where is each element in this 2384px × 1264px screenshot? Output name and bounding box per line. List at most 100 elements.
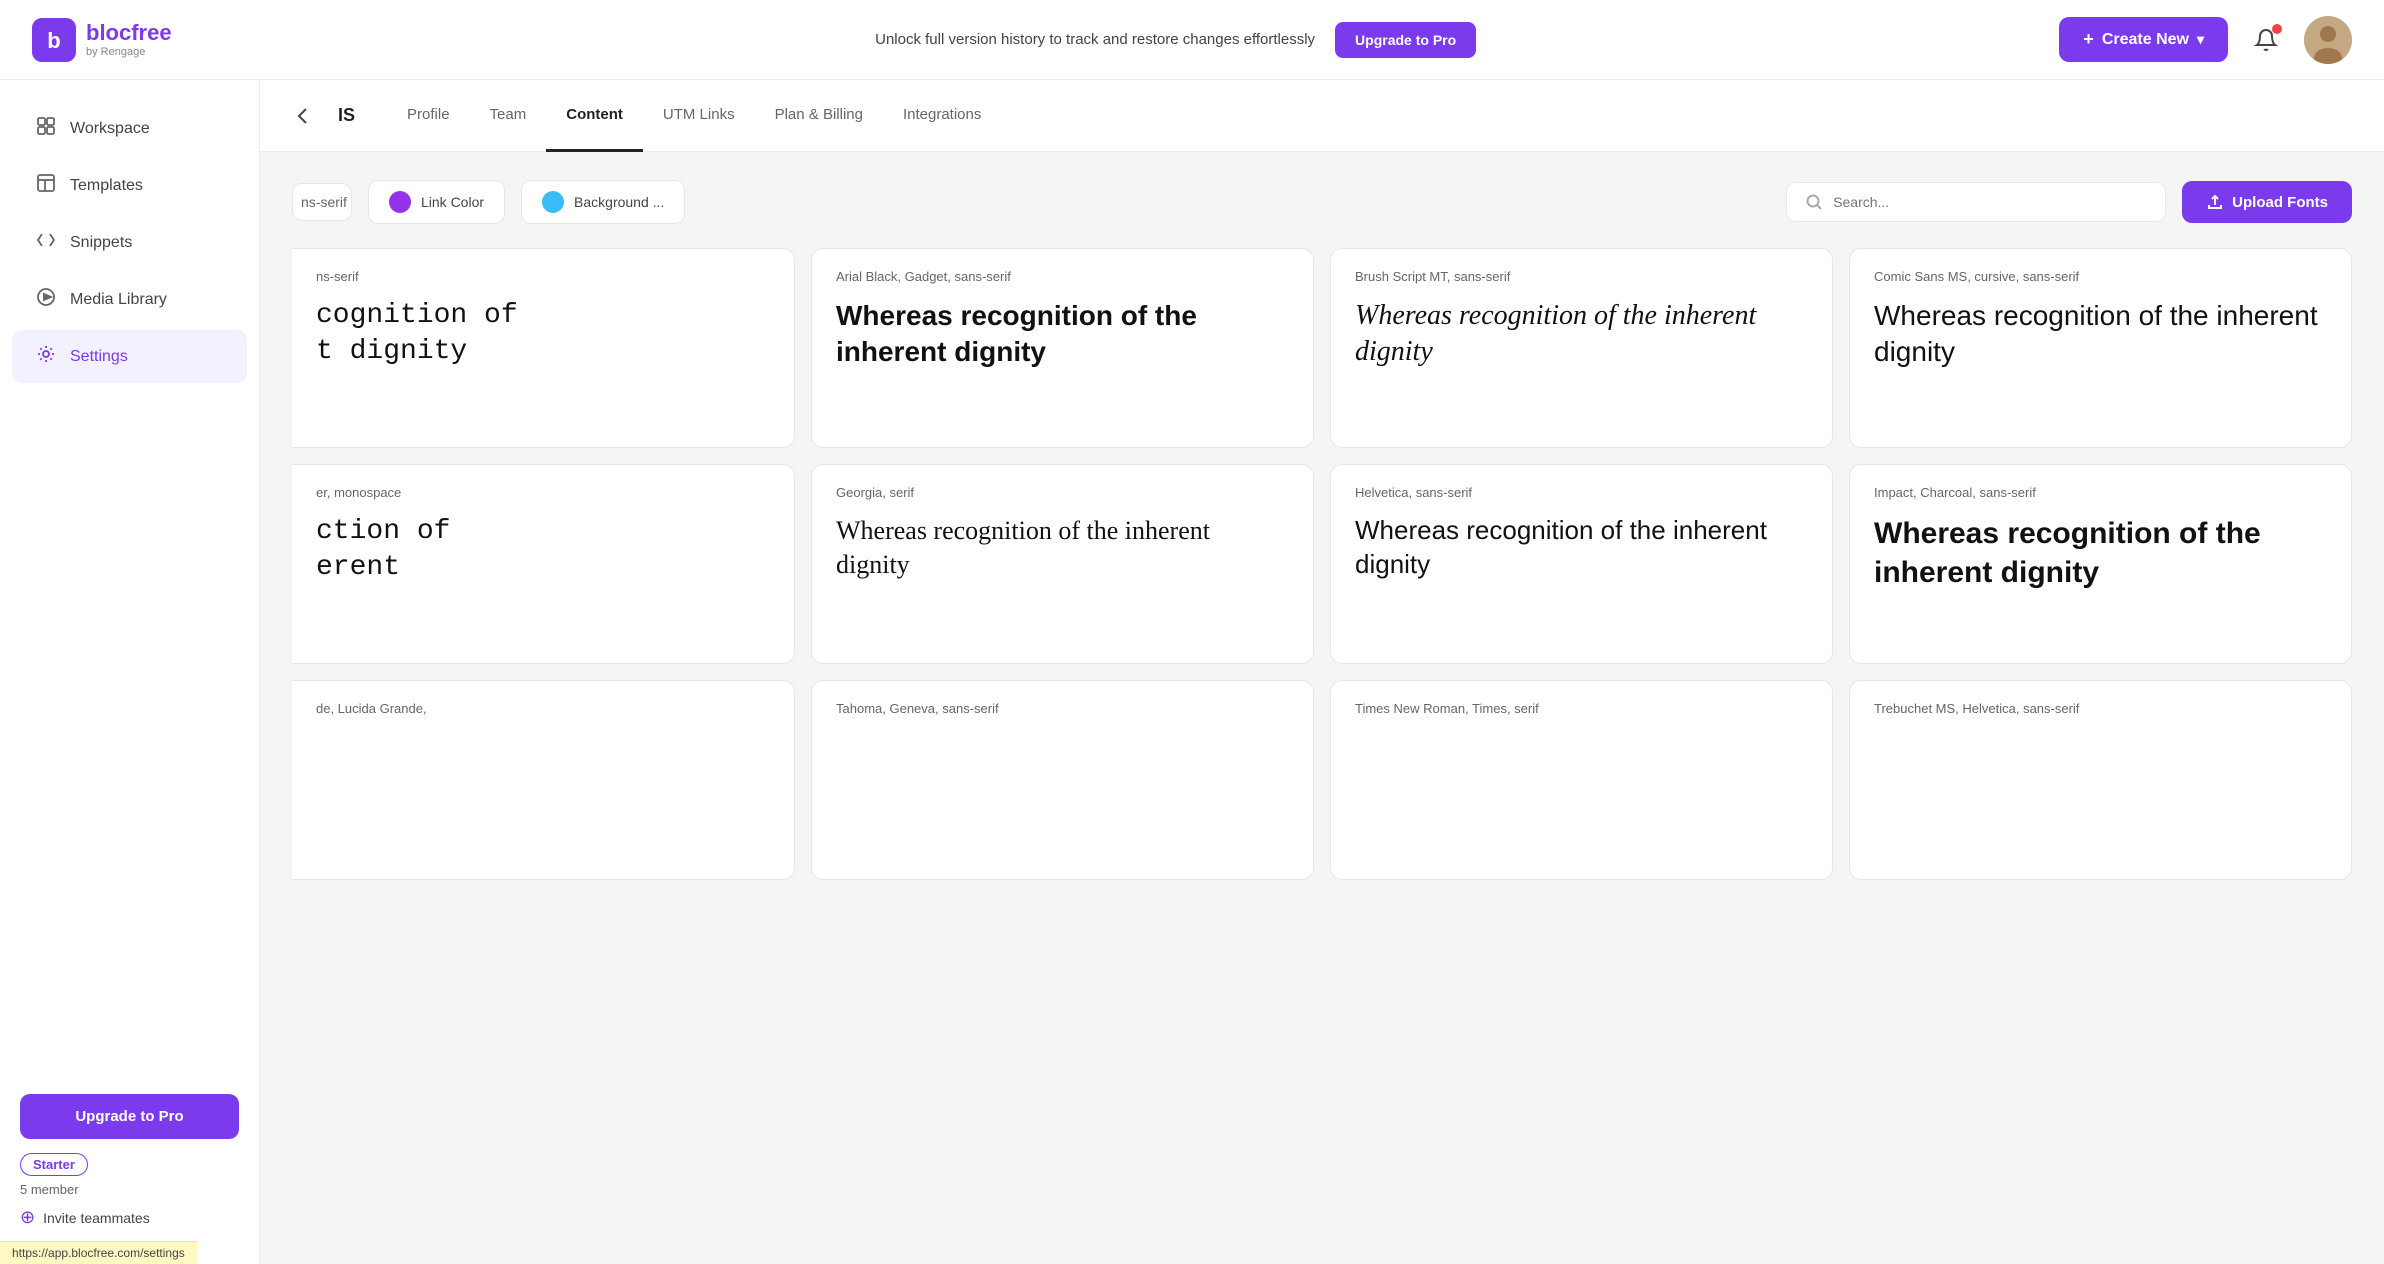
header-right: + Create New ▾ <box>2059 16 2352 64</box>
logo-main: blocfree <box>86 21 172 45</box>
fonts-toolbar: ns-serif Link Color Background ... <box>292 180 2352 224</box>
font-preview: cognition oft dignity <box>316 298 770 371</box>
invite-teammates-button[interactable]: ⊕ Invite teammates <box>20 1207 150 1228</box>
font-preview: ction oferent <box>316 514 770 587</box>
invite-label: Invite teammates <box>43 1210 150 1226</box>
templates-icon <box>36 173 56 198</box>
partial-font-filter[interactable]: ns-serif <box>292 183 352 221</box>
font-preview: Whereas recognition of the inherent dign… <box>1355 298 1808 371</box>
media-library-icon <box>36 287 56 312</box>
notification-badge <box>2272 24 2282 34</box>
font-card-impact: Impact, Charcoal, sans-serif Whereas rec… <box>1849 464 2352 664</box>
background-color-dot <box>542 191 564 213</box>
font-card-trebuchet: Trebuchet MS, Helvetica, sans-serif <box>1849 680 2352 880</box>
link-color-dot <box>389 191 411 213</box>
sidebar-workspace-label: Workspace <box>70 120 150 138</box>
search-icon <box>1805 193 1823 211</box>
create-new-label: Create New <box>2102 31 2189 49</box>
sidebar-item-templates[interactable]: Templates <box>12 159 247 212</box>
font-card-brush-script: Brush Script MT, sans-serif Whereas reco… <box>1330 248 1833 448</box>
font-card-times: Times New Roman, Times, serif <box>1330 680 1833 880</box>
upload-fonts-label: Upload Fonts <box>2232 194 2328 211</box>
settings-icon <box>36 344 56 369</box>
font-card-helvetica: Helvetica, sans-serif Whereas recognitio… <box>1330 464 1833 664</box>
background-color-label: Background ... <box>574 194 664 210</box>
chevron-left-icon <box>292 105 314 127</box>
upgrade-pro-header-button[interactable]: Upgrade to Pro <box>1335 22 1476 58</box>
font-card-partial1: ns-serif cognition oft dignity <box>292 248 795 448</box>
font-family-label: er, monospace <box>316 485 770 500</box>
font-preview: Whereas recognition of the inherent dign… <box>836 514 1289 582</box>
sidebar-item-workspace[interactable]: Workspace <box>12 102 247 155</box>
font-card-georgia: Georgia, serif Whereas recognition of th… <box>811 464 1314 664</box>
upload-icon <box>2206 193 2224 211</box>
sidebar-item-media-library[interactable]: Media Library <box>12 273 247 326</box>
header-center: Unlock full version history to track and… <box>292 22 2059 58</box>
logo-text: blocfree by Rengage <box>86 21 172 57</box>
sidebar-item-snippets[interactable]: Snippets <box>12 216 247 269</box>
font-preview: Whereas recognition of the inherent dign… <box>836 298 1289 371</box>
notification-button[interactable] <box>2244 18 2288 62</box>
svg-text:b: b <box>47 28 60 53</box>
avatar-image <box>2304 16 2352 64</box>
tab-team[interactable]: Team <box>470 80 547 152</box>
avatar <box>2304 16 2352 64</box>
plus-circle-icon: ⊕ <box>20 1207 35 1228</box>
font-card-arial-black: Arial Black, Gadget, sans-serif Whereas … <box>811 248 1314 448</box>
search-input[interactable] <box>1833 194 2147 210</box>
font-family-label: Impact, Charcoal, sans-serif <box>1874 485 2327 500</box>
logo-sub: by Rengage <box>86 46 172 58</box>
sidebar-bottom: Upgrade to Pro Starter 5 member ⊕ Invite… <box>0 1078 259 1244</box>
tab-integrations[interactable]: Integrations <box>883 80 1001 152</box>
background-color-chip[interactable]: Background ... <box>521 180 685 224</box>
font-family-label: Tahoma, Geneva, sans-serif <box>836 701 1289 716</box>
sidebar-templates-label: Templates <box>70 177 143 195</box>
fonts-grid: ns-serif cognition oft dignity Arial Bla… <box>292 248 2352 880</box>
settings-page-title: IS <box>338 105 355 126</box>
settings-tabs: IS Profile Team Content UTM Links Plan &… <box>260 80 2384 152</box>
back-button[interactable] <box>292 105 314 127</box>
workspace-icon <box>36 116 56 141</box>
tab-plan-billing[interactable]: Plan & Billing <box>755 80 883 152</box>
sidebar-media-library-label: Media Library <box>70 291 167 309</box>
tab-profile[interactable]: Profile <box>387 80 470 152</box>
font-family-label: de, Lucida Grande, <box>316 701 770 716</box>
font-card-tahoma: Tahoma, Geneva, sans-serif <box>811 680 1314 880</box>
font-card-partial3: de, Lucida Grande, <box>292 680 795 880</box>
link-color-label: Link Color <box>421 194 484 210</box>
font-family-label: Brush Script MT, sans-serif <box>1355 269 1808 284</box>
member-count: 5 member <box>20 1182 239 1197</box>
font-family-label: ns-serif <box>316 269 770 284</box>
font-card-partial2: er, monospace ction oferent <box>292 464 795 664</box>
link-color-chip[interactable]: Link Color <box>368 180 505 224</box>
main-content: IS Profile Team Content UTM Links Plan &… <box>260 80 2384 1264</box>
font-family-label: Trebuchet MS, Helvetica, sans-serif <box>1874 701 2327 716</box>
logo-area: b blocfree by Rengage <box>32 18 292 62</box>
plus-icon: + <box>2083 29 2094 50</box>
font-family-label: Helvetica, sans-serif <box>1355 485 1808 500</box>
font-preview: Whereas recognition of the inherent dign… <box>1355 514 1808 582</box>
font-family-label: Georgia, serif <box>836 485 1289 500</box>
tooltip-url-text: https://app.blocfree.com/settings <box>12 1246 185 1260</box>
snippets-icon <box>36 230 56 255</box>
search-box <box>1786 182 2166 222</box>
content-area: ns-serif Link Color Background ... <box>260 152 2384 908</box>
tooltip-url-bar: https://app.blocfree.com/settings <box>0 1241 197 1264</box>
sidebar: Workspace Templates Snippets Media <box>0 80 260 1264</box>
font-preview: Whereas recognition of the inherent dign… <box>1874 514 2327 592</box>
tab-content[interactable]: Content <box>546 80 643 152</box>
create-new-button[interactable]: + Create New ▾ <box>2059 17 2228 62</box>
header: b blocfree by Rengage Unlock full versio… <box>0 0 2384 80</box>
starter-badge: Starter <box>20 1153 88 1176</box>
upgrade-pro-sidebar-button[interactable]: Upgrade to Pro <box>20 1094 239 1139</box>
sidebar-snippets-label: Snippets <box>70 234 132 252</box>
upload-fonts-button[interactable]: Upload Fonts <box>2182 181 2352 223</box>
sidebar-item-settings[interactable]: Settings <box>12 330 247 383</box>
font-card-comic-sans: Comic Sans MS, cursive, sans-serif Where… <box>1849 248 2352 448</box>
header-promo-text: Unlock full version history to track and… <box>875 31 1315 48</box>
tab-utm-links[interactable]: UTM Links <box>643 80 755 152</box>
font-family-label: Arial Black, Gadget, sans-serif <box>836 269 1289 284</box>
logo-icon: b <box>32 18 76 62</box>
chevron-down-icon: ▾ <box>2197 31 2204 48</box>
font-preview: Whereas recognition of the inherent dign… <box>1874 298 2327 371</box>
